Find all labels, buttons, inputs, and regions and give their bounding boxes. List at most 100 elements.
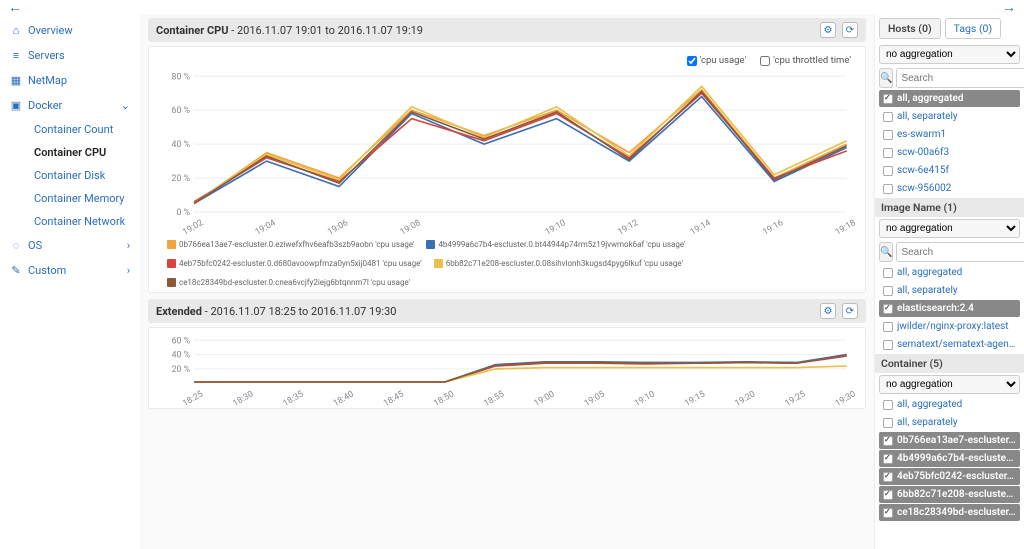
svg-text:0 %: 0 % — [176, 208, 190, 218]
nav-sub-item[interactable]: Container Network — [28, 210, 140, 233]
legend-cpu-usage[interactable]: 'cpu usage' — [687, 55, 747, 66]
svg-text:18:35: 18:35 — [282, 390, 306, 407]
nav-label: OS — [28, 239, 42, 252]
section-container: Container (5) — [875, 354, 1024, 373]
panel-header: Container CPU - 2016.11.07 19:01 to 2016… — [148, 18, 866, 42]
aggregation-select[interactable]: no aggregation — [879, 219, 1020, 238]
legend-cpu-throttled[interactable]: 'cpu throttled time' — [760, 55, 851, 66]
filter-label: all, aggregated — [897, 267, 962, 278]
legend-entry[interactable]: 4eb75bfc0242-escluster.0.d680avoowpfmza0… — [167, 258, 422, 269]
filter-item[interactable]: 0b766ea13ae7-escluster.0.... — [879, 432, 1020, 449]
filter-item[interactable]: ce18c28349bd-escluster.0... — [879, 504, 1020, 521]
panel-title: Extended - 2016.11.07 18:25 to 2016.11.0… — [156, 305, 396, 318]
checkbox-icon — [883, 322, 893, 332]
search-button[interactable]: 🔍 — [879, 242, 893, 262]
filter-item[interactable]: 4b4999a6c7b4-escluster.0... — [879, 450, 1020, 467]
legend-label: 4eb75bfc0242-escluster.0.d680avoowpfmza0… — [179, 258, 422, 269]
svg-text:19:14: 19:14 — [689, 218, 713, 235]
svg-text:80 %: 80 % — [172, 72, 191, 82]
nav-overview[interactable]: ⌂Overview — [0, 18, 140, 43]
aggregation-select[interactable]: no aggregation — [879, 375, 1020, 394]
svg-text:60 %: 60 % — [172, 106, 191, 116]
svg-text:60 %: 60 % — [172, 337, 191, 347]
checkbox[interactable] — [760, 56, 770, 66]
filter-item[interactable]: all, aggregated — [879, 396, 1020, 413]
nav-sub-item[interactable]: Container Memory — [28, 187, 140, 210]
aggregation-select[interactable]: no aggregation — [879, 45, 1020, 64]
svg-text:19:08: 19:08 — [399, 218, 423, 235]
containers-list: all, aggregatedall, separately0b766ea13a… — [875, 396, 1024, 521]
nav-docker[interactable]: ▣Docker⌄ — [0, 93, 140, 118]
legend-label: 6bb82c71e208-escluster.0.08sihvlonh3kugs… — [446, 258, 683, 269]
tab-hosts[interactable]: Hosts (0) — [879, 18, 941, 39]
images-list: all, aggregated all, separatelyelasticsea… — [875, 264, 1024, 353]
svg-text:20 %: 20 % — [172, 174, 191, 184]
svg-text:19:15: 19:15 — [683, 390, 707, 407]
nav-custom[interactable]: ✎Custom› — [0, 258, 140, 283]
legend-entry[interactable]: ce18c28349bd-escluster.0.cnea6vcjfy2iejg… — [167, 277, 410, 288]
checkbox-icon — [883, 130, 893, 140]
checkbox-icon — [883, 472, 893, 482]
svg-text:19:20: 19:20 — [733, 390, 757, 407]
nav-label: NetMap — [28, 74, 67, 87]
checkbox-icon — [883, 490, 893, 500]
checkbox-icon — [883, 112, 893, 122]
nav-netmap[interactable]: ▦ NetMap — [0, 68, 140, 93]
settings-button[interactable]: ⚙ — [820, 22, 836, 38]
nav-sub-item[interactable]: Container Count — [28, 118, 140, 141]
search-input[interactable] — [896, 68, 1024, 88]
search-input[interactable] — [896, 242, 1024, 262]
grid-icon: ▦ — [10, 74, 22, 87]
chevron-right-icon: › — [127, 264, 130, 277]
filter-item[interactable]: all, aggregated — [879, 264, 1020, 281]
filter-label: scw-956002 — [897, 183, 951, 194]
nav-servers[interactable]: ≡Servers — [0, 43, 140, 68]
filter-item[interactable]: all, separately — [879, 414, 1020, 431]
filter-item[interactable]: 4eb75bfc0242-escluster.0... — [879, 468, 1020, 485]
list-icon: ≡ — [10, 49, 22, 62]
nav-label: Overview — [28, 24, 73, 37]
refresh-button[interactable]: ⟳ — [842, 22, 858, 38]
filter-item[interactable]: jwilder/nginx-proxy:latest — [879, 318, 1020, 335]
checkbox-icon — [883, 268, 893, 278]
svg-text:19:06: 19:06 — [326, 218, 350, 235]
filter-item[interactable]: scw-956002 — [879, 180, 1020, 197]
nav-os[interactable]: ◌OS› — [0, 233, 140, 258]
filter-item[interactable]: scw-00a6f3 — [879, 144, 1020, 161]
search-icon: 🔍 — [880, 73, 892, 84]
os-icon: ◌ — [10, 239, 22, 252]
legend-label: 0b766ea13ae7-escluster.0.eziwefxfhv6eafb… — [179, 239, 414, 250]
settings-button[interactable]: ⚙ — [820, 303, 836, 319]
legend-entry[interactable]: 0b766ea13ae7-escluster.0.eziwefxfhv6eafb… — [167, 239, 414, 250]
legend-top: 'cpu usage' 'cpu throttled time' — [157, 53, 857, 70]
filter-item[interactable]: all, separately — [879, 108, 1020, 125]
nav-sub-item[interactable]: Container Disk — [28, 164, 140, 187]
svg-text:18:50: 18:50 — [432, 390, 456, 407]
filter-label: scw-6e415f — [897, 165, 949, 176]
refresh-button[interactable]: ⟳ — [842, 303, 858, 319]
checkbox-icon — [883, 286, 893, 296]
svg-text:18:55: 18:55 — [482, 390, 506, 407]
tab-tags[interactable]: Tags (0) — [945, 18, 1001, 39]
nav-sub-item[interactable]: Container CPU — [28, 141, 140, 164]
filter-item[interactable]: elasticsearch:2.4 — [879, 300, 1020, 317]
legend-swatch — [167, 259, 176, 268]
panel-container-cpu: Container CPU - 2016.11.07 19:01 to 2016… — [148, 18, 866, 293]
refresh-icon: ⟳ — [846, 25, 854, 36]
filter-item[interactable]: 6bb82c71e208-escluster.0... — [879, 486, 1020, 503]
filter-item[interactable]: sematext/sematext-agent-... — [879, 336, 1020, 353]
filter-label: jwilder/nginx-proxy:latest — [897, 321, 1009, 332]
filter-item[interactable]: all, separately — [879, 282, 1020, 299]
filter-item[interactable]: es-swarm1 — [879, 126, 1020, 143]
search-button[interactable]: 🔍 — [879, 68, 893, 88]
sidebar-nav: ⌂Overview ≡Servers ▦ NetMap ▣Docker⌄ Cont… — [0, 14, 140, 549]
docker-icon: ▣ — [10, 99, 22, 112]
legend-entry[interactable]: 6bb82c71e208-escluster.0.08sihvlonh3kugs… — [434, 258, 683, 269]
gear-icon: ⚙ — [824, 306, 833, 317]
filter-item[interactable]: all, aggregated — [879, 90, 1020, 107]
filter-item[interactable]: scw-6e415f — [879, 162, 1020, 179]
legend-entry[interactable]: 4b4999a6c7b4-escluster.0.bt44944p74rm5z1… — [426, 239, 685, 250]
svg-text:19:02: 19:02 — [181, 218, 205, 235]
checkbox[interactable] — [687, 56, 697, 66]
checkbox-icon — [883, 184, 893, 194]
